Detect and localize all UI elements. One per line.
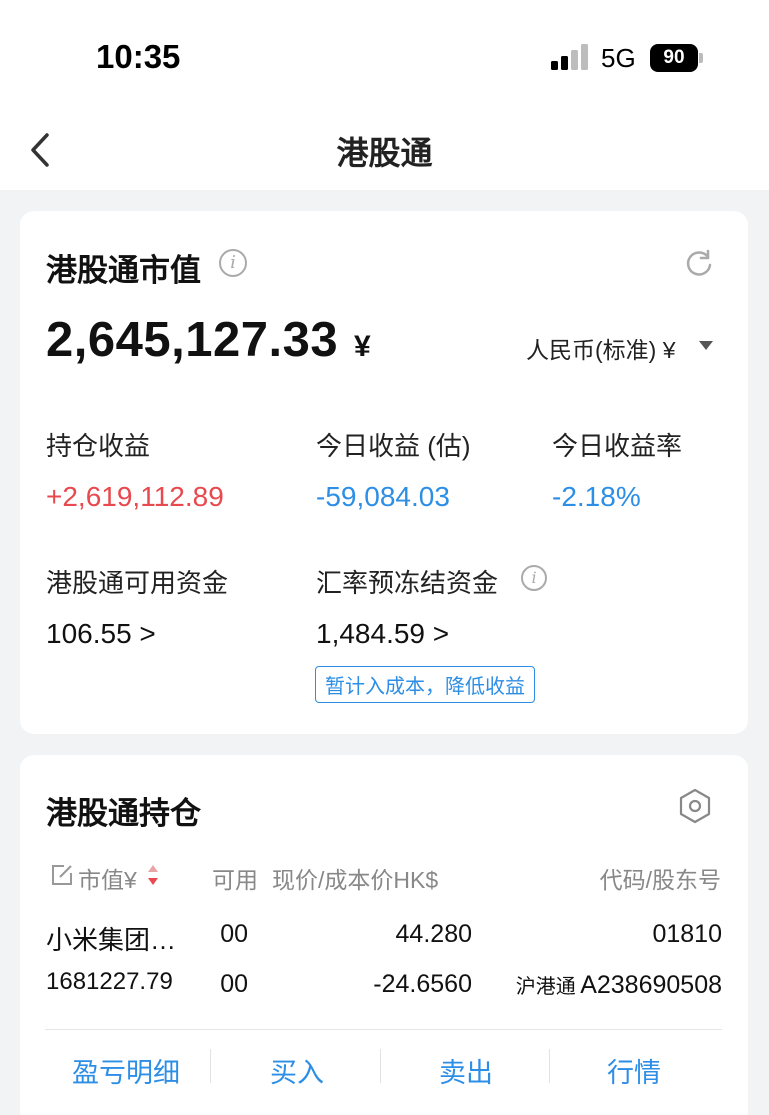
available-cell: 00 xyxy=(220,970,248,998)
table-row[interactable]: 小米集团… 1681227.79 00 00 44.280 -24.6560 0… xyxy=(46,910,722,1010)
nav-bar: 港股通 xyxy=(0,110,769,190)
frozen-funds-label: 汇率预冻结资金 xyxy=(316,568,499,598)
market-value-cell: 1681227.79 xyxy=(46,968,173,995)
today-pnl-label: 今日收益 (估) xyxy=(316,431,471,461)
market-value-card: 港股通市值 i 2,645,127.33 ¥ 人民币(标准) ¥ 持仓收益 今日… xyxy=(20,211,748,734)
market-value-title: 港股通市值 xyxy=(46,253,201,288)
edit-icon[interactable] xyxy=(50,863,74,887)
pnl-detail-button[interactable]: 盈亏明细 xyxy=(72,1051,180,1090)
currency-symbol: ¥ xyxy=(354,330,371,363)
network-type: 5G xyxy=(601,43,636,73)
account-market: 沪港通 xyxy=(515,976,576,998)
holding-pnl-value: +2,619,112.89 xyxy=(46,481,224,512)
battery-level: 90 xyxy=(650,44,698,72)
holdings-card: 港股通持仓 市值¥ 可用 现价/成本价HK$ 代码/股东号 小米集团… 1681… xyxy=(20,755,748,1115)
available-funds-value[interactable]: 106.55 > xyxy=(46,618,156,650)
available-funds-label: 港股通可用资金 xyxy=(46,568,229,598)
status-bar: 10:35 5G 90 xyxy=(0,0,769,110)
holding-pnl-label: 持仓收益 xyxy=(46,431,151,461)
column-market-value[interactable]: 市值¥ xyxy=(78,861,137,895)
frozen-funds-value[interactable]: 1,484.59 > xyxy=(316,618,449,650)
cost-note-badge: 暂计入成本，降低收益 xyxy=(315,666,535,703)
status-time: 10:35 xyxy=(96,38,181,75)
column-code: 代码/股东号 xyxy=(599,867,721,893)
total-market-value: 2,645,127.33 xyxy=(46,313,339,367)
divider xyxy=(45,1029,722,1030)
info-icon[interactable]: i xyxy=(219,249,247,277)
today-pnl-value: -59,084.03 xyxy=(316,481,450,512)
cost-price: -24.6560 xyxy=(373,970,472,998)
buy-button[interactable]: 买入 xyxy=(270,1051,324,1090)
page-title: 港股通 xyxy=(336,135,433,171)
column-price-cost: 现价/成本价HK$ xyxy=(272,867,439,893)
shareholder-account: A238690508 xyxy=(580,971,722,999)
today-rate-label: 今日收益率 xyxy=(552,431,683,461)
battery-icon: 90 xyxy=(650,44,703,72)
currency-dropdown[interactable]: 人民币(标准) ¥ xyxy=(526,331,676,365)
current-price: 44.280 xyxy=(395,920,472,948)
holdings-title: 港股通持仓 xyxy=(46,796,201,831)
stock-name: 小米集团… xyxy=(46,925,177,955)
column-available: 可用 xyxy=(212,867,258,893)
refresh-icon[interactable] xyxy=(684,248,714,278)
stock-code: 01810 xyxy=(652,920,722,948)
sell-button[interactable]: 卖出 xyxy=(439,1051,493,1090)
quote-button[interactable]: 行情 xyxy=(607,1051,661,1090)
info-icon[interactable]: i xyxy=(521,565,547,591)
available-cell: 00 xyxy=(220,920,248,948)
sort-icon[interactable] xyxy=(147,864,159,886)
signal-icon xyxy=(551,44,588,70)
hexagon-settings-icon[interactable] xyxy=(678,788,712,824)
today-rate-value: -2.18% xyxy=(552,481,641,512)
chevron-down-icon[interactable] xyxy=(699,341,713,350)
